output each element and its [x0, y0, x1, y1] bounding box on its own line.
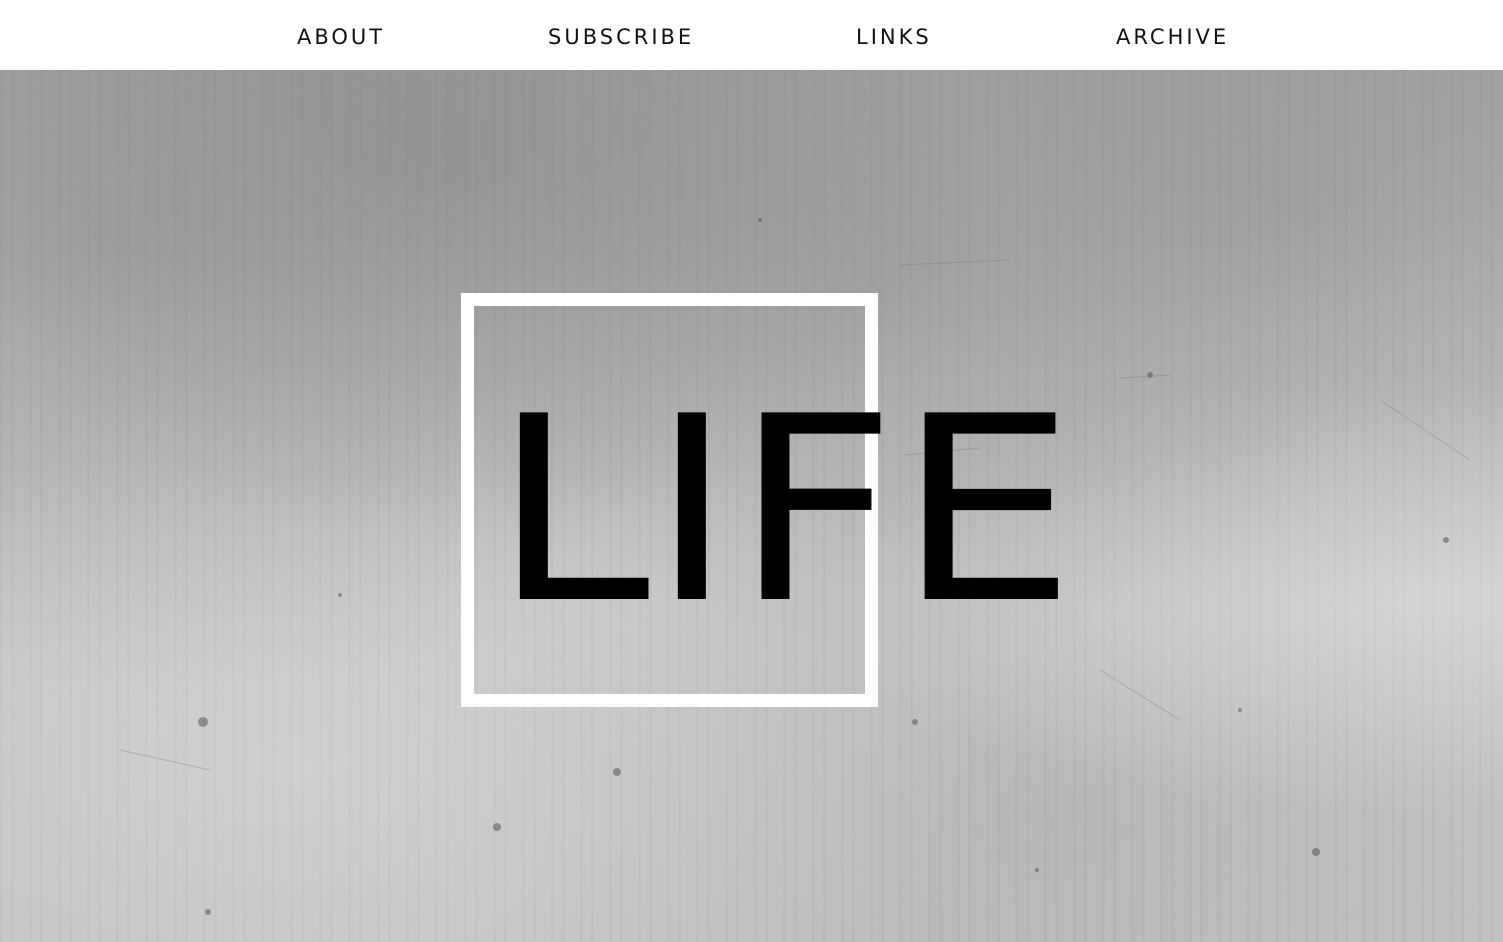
hero-banner: LIFE [0, 70, 1503, 942]
nav-link-links[interactable]: LINKS [856, 22, 932, 52]
life-wordmark: LIFE [492, 362, 1076, 660]
nav-link-subscribe[interactable]: SUBSCRIBE [548, 22, 694, 52]
top-navigation: ABOUT SUBSCRIBE LINKS ARCHIVE [0, 0, 1503, 70]
nav-link-archive[interactable]: ARCHIVE [1116, 22, 1229, 52]
hero-title: LIFE [492, 362, 1076, 660]
nav-link-about[interactable]: ABOUT [297, 22, 385, 52]
